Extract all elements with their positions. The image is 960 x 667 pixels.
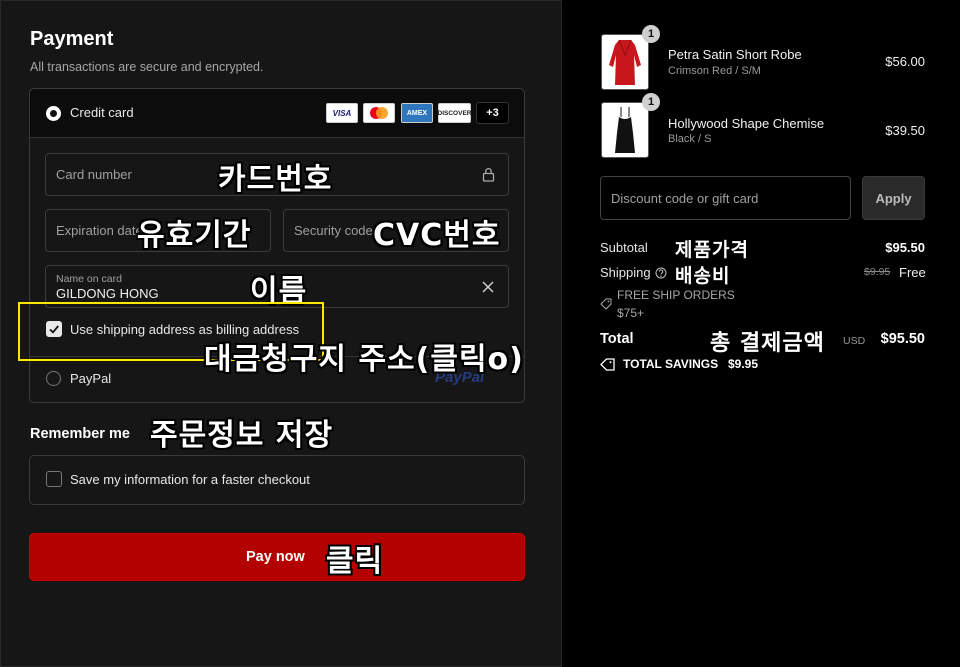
lock-icon	[482, 167, 495, 187]
annotation-product-price: 제품가격	[675, 239, 749, 261]
amex-logo-icon: AMEX	[401, 103, 433, 123]
visa-logo-icon: VISA	[326, 103, 358, 123]
name-on-card-value: GILDONG HONG	[56, 286, 159, 301]
item-name: Hollywood Shape Chemise	[668, 116, 825, 131]
payment-title: Payment	[30, 28, 114, 50]
total-currency: USD	[843, 335, 866, 347]
security-code-placeholder: Security code	[294, 223, 373, 238]
help-icon[interactable]	[655, 266, 667, 284]
annotation-remember: 주문정보 저장	[150, 418, 334, 453]
product-thumbnail	[601, 102, 649, 158]
clear-icon[interactable]	[482, 280, 494, 298]
paypal-label: PayPal	[70, 371, 112, 386]
item-price: $56.00	[885, 54, 925, 69]
annotation-total: 총 결제금액	[710, 331, 825, 356]
free-ship-line1: FREE SHIP ORDERS	[617, 288, 735, 302]
payment-subtitle: All transactions are secure and encrypte…	[30, 60, 264, 74]
credit-card-label: Credit card	[70, 105, 134, 120]
annotation-card-number: 카드번호	[218, 162, 333, 197]
shipping-label: Shipping	[600, 265, 651, 280]
credit-card-radio[interactable]	[46, 106, 61, 121]
shipping-original-price: $9.95	[864, 266, 891, 278]
subtotal-value: $95.50	[885, 240, 925, 255]
shipping-value: Free	[899, 265, 926, 280]
annotation-cvc: CVC번호	[373, 218, 501, 253]
annotation-pay: 클릭	[326, 544, 384, 579]
discount-code-placeholder: Discount code or gift card	[611, 191, 759, 206]
quantity-badge: 1	[642, 25, 660, 43]
apply-button[interactable]: Apply	[862, 176, 925, 220]
item-variant: Black / S	[668, 133, 712, 145]
save-info-label: Save my information for a faster checkou…	[70, 472, 310, 487]
item-price: $39.50	[885, 123, 925, 138]
subtotal-label: Subtotal	[600, 240, 648, 255]
annotation-billing: 대금청구지 주소(클릭o)	[204, 342, 524, 377]
product-thumbnail	[601, 34, 649, 90]
name-on-card-label: Name on card	[56, 273, 122, 285]
savings-tag-icon	[600, 358, 615, 376]
expiration-date-placeholder: Expiration date	[56, 223, 143, 238]
total-label: Total	[600, 331, 634, 347]
remember-me-title: Remember me	[30, 426, 130, 442]
quantity-badge: 1	[642, 93, 660, 111]
item-name: Petra Satin Short Robe	[668, 47, 802, 62]
more-cards-badge: +3	[476, 102, 509, 124]
paypal-radio[interactable]	[46, 371, 61, 386]
billing-address-checkbox[interactable]	[46, 321, 62, 337]
annotation-shipping: 배송비	[675, 265, 731, 287]
discover-logo-icon: DISCOVER	[438, 103, 471, 123]
savings-label: TOTAL SAVINGS	[623, 357, 719, 371]
annotation-expiration: 유효기간	[137, 218, 252, 253]
pay-now-label: Pay now	[246, 549, 305, 565]
free-ship-line2: $75+	[617, 306, 645, 320]
save-info-checkbox[interactable]	[46, 471, 62, 487]
tag-icon	[600, 297, 612, 315]
savings-value: $9.95	[728, 357, 759, 371]
card-number-placeholder: Card number	[56, 167, 132, 182]
item-variant: Crimson Red / S/M	[668, 65, 761, 77]
total-value: $95.50	[880, 331, 925, 347]
mastercard-logo-icon	[363, 103, 395, 123]
